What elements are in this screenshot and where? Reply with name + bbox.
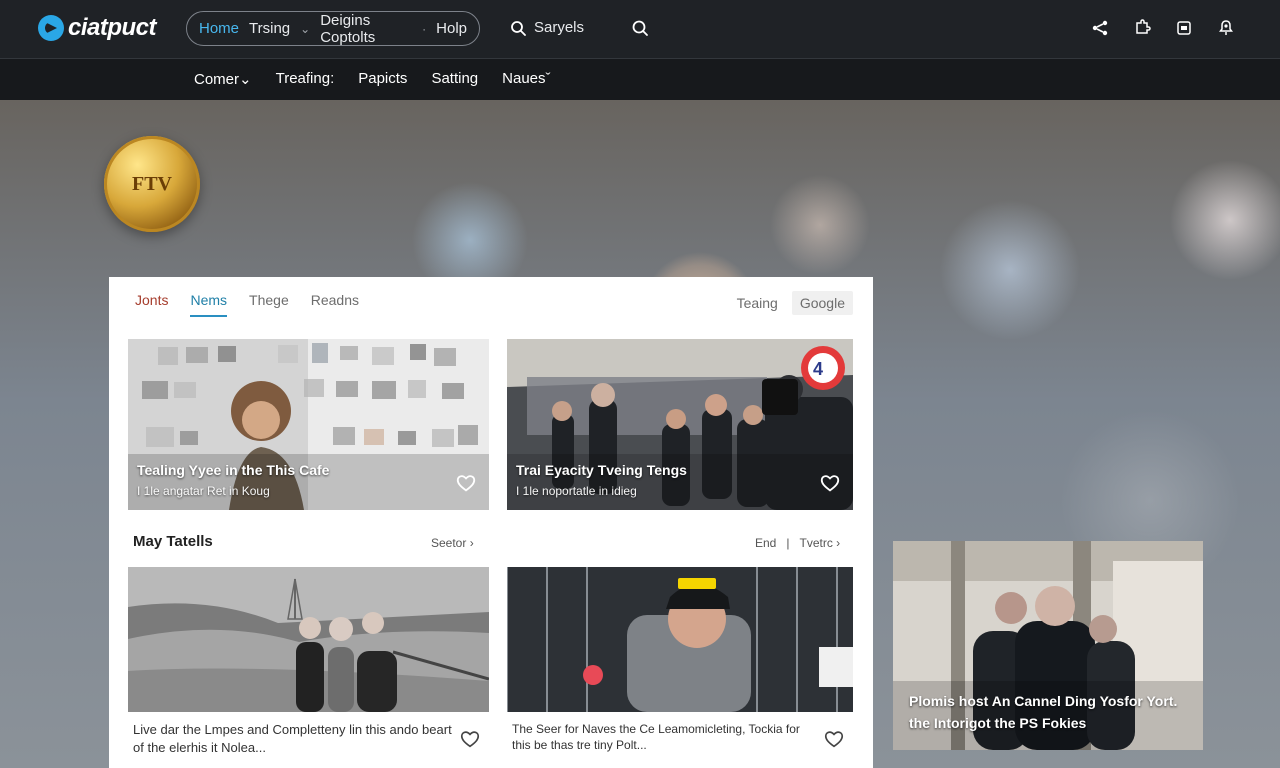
logo-text: ciatpuct bbox=[68, 14, 157, 41]
tab-thege[interactable]: Thege bbox=[249, 292, 289, 317]
chevron-down-icon: ˇ bbox=[545, 70, 551, 87]
section-action-more[interactable]: Tvetrc › bbox=[799, 536, 840, 550]
logo-mark-icon bbox=[38, 15, 64, 41]
header-actions bbox=[1091, 19, 1235, 37]
subnav-item-treafing[interactable]: Treafing: bbox=[276, 70, 335, 88]
google-chip[interactable]: Google bbox=[791, 291, 853, 315]
story-card[interactable]: Live dar the Lmpes and Completteny lin t… bbox=[128, 567, 489, 768]
main-nav-pill: Home Trsing ⌄ Deigins Coptolts · Holp bbox=[186, 11, 480, 46]
heart-icon[interactable] bbox=[819, 472, 841, 494]
nav-deigins-coptolts[interactable]: Deigins Coptolts bbox=[320, 12, 412, 46]
divider: | bbox=[786, 536, 790, 550]
featured-story-title: Tealing Yyee in the This Cafe bbox=[137, 462, 330, 478]
notification-icon[interactable] bbox=[1217, 19, 1235, 37]
section-action-end[interactable]: End bbox=[755, 536, 776, 550]
subnav-item-comer[interactable]: Comer ⌄ bbox=[194, 70, 252, 88]
side-story-caption: Plomis host An Cannel Ding Yosfor Yort. … bbox=[909, 693, 1178, 731]
nav-home[interactable]: Home bbox=[199, 20, 239, 37]
chevron-down-icon: ⌄ bbox=[300, 21, 311, 36]
search-button[interactable] bbox=[631, 19, 649, 37]
story-card-description: The Seer for Naves the Ce Leamomicleting… bbox=[512, 722, 800, 753]
story-card-description: Live dar the Lmpes and Completteny lin t… bbox=[133, 722, 452, 755]
secondary-navigation-bar bbox=[0, 59, 1280, 100]
search-icon bbox=[632, 20, 648, 36]
subnav-item-naues[interactable]: Naues ˇ bbox=[502, 70, 550, 88]
featured-story-subtitle: I 1le noportatle in idieg bbox=[516, 484, 637, 498]
nav-holp[interactable]: Holp bbox=[436, 20, 467, 37]
screen-icon[interactable] bbox=[1175, 19, 1193, 37]
content-tabs: Jonts Nems Thege Readns bbox=[135, 292, 359, 317]
brand-logo[interactable]: ciatpuct bbox=[38, 14, 157, 42]
tab-jonts[interactable]: Jonts bbox=[135, 292, 168, 317]
heart-icon[interactable] bbox=[459, 728, 481, 750]
story-card-text: Live dar the Lmpes and Completteny lin t… bbox=[128, 712, 489, 768]
featured-story-title: Trai Eyacity Tveing Tengs bbox=[516, 462, 687, 478]
featured-story-caption: Trai Eyacity Tveing Tengs I 1le noportat… bbox=[516, 462, 687, 498]
featured-story-subtitle: I 1le angatar Ret in Koug bbox=[137, 484, 270, 498]
puzzle-icon[interactable] bbox=[1133, 19, 1151, 37]
dot-separator: · bbox=[422, 21, 427, 36]
story-card-text: The Seer for Naves the Ce Leamomicleting… bbox=[507, 712, 853, 768]
filter-teaing[interactable]: Teaing bbox=[737, 295, 778, 311]
panel-controls: Teaing Google bbox=[737, 291, 853, 315]
featured-story-card[interactable]: Tealing Yyee in the This Cafe I 1le anga… bbox=[128, 339, 489, 510]
coin-text: FTV bbox=[132, 172, 172, 195]
heart-icon[interactable] bbox=[455, 472, 477, 494]
section-link[interactable]: Seetor › bbox=[431, 536, 474, 550]
story-image bbox=[128, 567, 489, 712]
story-card[interactable]: The Seer for Naves the Ce Leamomicleting… bbox=[507, 567, 853, 768]
share-icon[interactable] bbox=[1091, 19, 1109, 37]
main-content-panel: Jonts Nems Thege Readns Teaing Google Te… bbox=[109, 277, 873, 768]
svg-text:4: 4 bbox=[813, 359, 823, 379]
featured-story-caption: Tealing Yyee in the This Cafe I 1le anga… bbox=[137, 462, 329, 498]
subnav-item-papicts[interactable]: Papicts bbox=[358, 70, 407, 88]
nav-trsing[interactable]: Trsing bbox=[249, 20, 290, 37]
brand-coin-badge: FTV bbox=[104, 136, 200, 232]
featured-story-card[interactable]: 4 Trai Eyacity Tveing Tengs I 1le noport… bbox=[507, 339, 853, 510]
search-icon bbox=[511, 20, 526, 36]
chevron-right-icon: › bbox=[469, 536, 474, 550]
heart-icon[interactable] bbox=[823, 728, 845, 750]
subnav-item-satting[interactable]: Satting bbox=[431, 70, 478, 88]
chevron-down-icon: ⌄ bbox=[239, 71, 252, 88]
section-actions: End | Tvetrc › bbox=[755, 536, 840, 550]
tab-nems[interactable]: Nems bbox=[190, 292, 228, 317]
secondary-nav-items: Comer ⌄ Treafing: Papicts Satting Naues … bbox=[194, 70, 551, 88]
chevron-right-icon: › bbox=[832, 536, 841, 550]
search-label: Saryels bbox=[534, 19, 585, 36]
side-story-card[interactable]: Plomis host An Cannel Ding Yosfor Yort. … bbox=[893, 541, 1203, 750]
section-title: May Tatells bbox=[133, 533, 213, 550]
story-image bbox=[507, 567, 853, 712]
tab-readns[interactable]: Readns bbox=[311, 292, 359, 317]
search-control[interactable]: Saryels bbox=[510, 19, 584, 36]
